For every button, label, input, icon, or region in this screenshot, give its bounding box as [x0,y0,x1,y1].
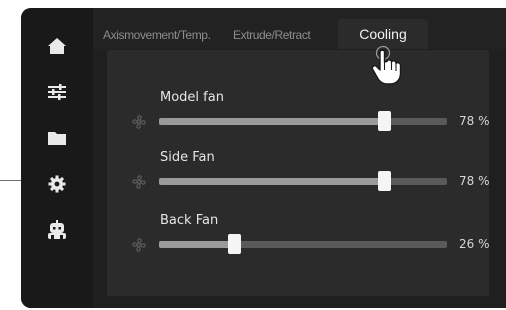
side-fan-slider[interactable] [159,171,447,191]
robot-icon [48,220,66,239]
model-fan-label: Model fan [160,90,224,105]
gear-icon [48,175,66,193]
sidebar [21,8,93,308]
fan-icon [132,115,146,129]
side-fan-row: Side Fan 78 % [107,150,490,200]
slider-fill [159,241,234,248]
back-fan-slider[interactable] [159,234,447,254]
fan-icon [132,175,146,189]
side-fan-value: 78 % [459,174,490,188]
fan-icon [132,238,146,252]
sliders-icon [48,84,66,100]
side-fan-label: Side Fan [160,150,215,165]
model-fan-row: Model fan 78 % [107,90,490,140]
sidebar-item-settings[interactable] [21,72,93,112]
slider-thumb[interactable] [377,171,391,191]
tab-bar: Axismovement/Temp. Extrude/Retract Cooli… [93,8,506,49]
hand-pointer-icon [371,45,402,85]
sidebar-item-home[interactable] [21,26,93,66]
cooling-panel: Model fan 78 % Side Fan 78 % Back Fan 26… [107,50,490,296]
folder-icon [48,132,66,145]
slider-fill [159,178,384,185]
slider-thumb[interactable] [227,234,241,254]
printer-screen: Axismovement/Temp. Extrude/Retract Cooli… [21,8,506,308]
model-fan-slider[interactable] [159,111,447,131]
slider-fill [159,118,384,125]
sidebar-item-files[interactable] [21,118,93,158]
slider-thumb[interactable] [377,111,391,131]
sidebar-item-assistant[interactable] [21,210,93,250]
back-fan-label: Back Fan [160,213,219,228]
tab-axis-movement-temp[interactable]: Axismovement/Temp. [103,20,211,50]
home-icon [48,38,66,54]
sidebar-item-system[interactable] [21,164,93,204]
back-fan-row: Back Fan 26 % [107,213,490,263]
model-fan-value: 78 % [459,114,490,128]
back-fan-value: 26 % [459,237,490,251]
tab-extrude-retract[interactable]: Extrude/Retract [233,20,311,50]
